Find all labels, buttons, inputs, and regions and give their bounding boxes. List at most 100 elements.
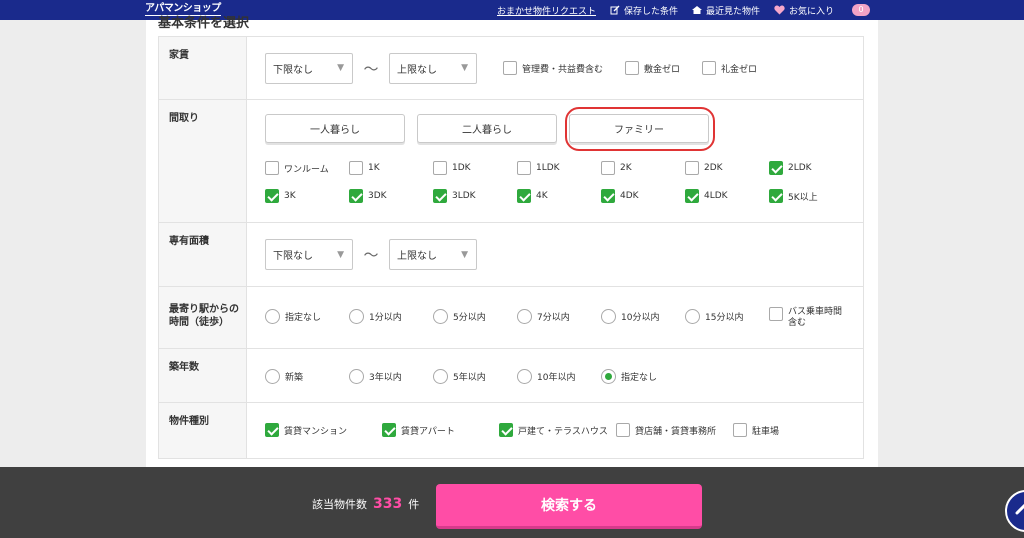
checkbox[interactable] [499, 423, 513, 437]
station-option[interactable]: 10分以内 [601, 309, 659, 324]
layout-option[interactable]: 2K [601, 161, 632, 175]
checkbox[interactable] [685, 161, 699, 175]
rent-min-value: 下限なし [273, 64, 313, 76]
rent-max-select[interactable]: 上限なし ▼ [389, 52, 477, 84]
checkbox[interactable] [625, 61, 640, 75]
checkbox[interactable] [685, 189, 699, 203]
age-option[interactable]: 5年以内 [433, 369, 486, 384]
request-link[interactable]: おまかせ物件リクエスト [497, 4, 596, 17]
bus-time-option[interactable]: バス乗車時間 含む [769, 307, 842, 329]
search-footer-bar: 該当物件数 333 件 検索する [0, 467, 1024, 538]
recent-viewed-link[interactable]: 最近見た物件 [692, 4, 760, 17]
conditions-table: 家賃 下限なし ▼ 〜 上限なし ▼ 管理費・共益費含む 敷金ゼロ 礼金ゼロ 間… [158, 36, 864, 459]
search-button[interactable]: 検索する [436, 484, 702, 529]
layout-option[interactable]: ワンルーム [265, 161, 329, 175]
layout-option[interactable]: 4K [517, 189, 548, 203]
radio-button[interactable] [433, 369, 448, 384]
checkbox[interactable] [769, 161, 783, 175]
area-label: 専有面積 [159, 223, 247, 286]
saved-conditions-link[interactable]: 保存した条件 [610, 4, 678, 17]
property-type-option[interactable]: 駐車場 [733, 423, 779, 437]
checkbox[interactable] [503, 61, 517, 75]
area-min-select[interactable]: 下限なし ▼ [265, 239, 353, 270]
rent-option-deposit-zero[interactable]: 敷金ゼロ [625, 61, 680, 75]
option-label: 指定なし [621, 373, 658, 383]
radio-button[interactable] [265, 309, 280, 324]
result-count: 該当物件数 333 件 [312, 496, 419, 512]
checkbox[interactable] [517, 161, 531, 175]
radio-button[interactable] [517, 369, 532, 384]
age-option[interactable]: 10年以内 [517, 369, 575, 384]
layout-option[interactable]: 1DK [433, 161, 471, 175]
layout-option[interactable]: 3LDK [433, 189, 476, 203]
checkbox[interactable] [382, 423, 396, 437]
option-label: 1DK [452, 163, 471, 173]
checkbox[interactable] [265, 161, 279, 175]
option-label: 3年以内 [369, 373, 402, 383]
layout-option[interactable]: 1LDK [517, 161, 560, 175]
checkbox[interactable] [601, 161, 615, 175]
layout-option[interactable]: 3K [265, 189, 296, 203]
radio-button[interactable] [433, 309, 448, 324]
layout-option[interactable]: 4DK [601, 189, 639, 203]
highlight-circle [565, 107, 715, 151]
rent-min-select[interactable]: 下限なし ▼ [265, 52, 353, 84]
property-type-option[interactable]: 賃貸アパート [382, 423, 455, 437]
option-label: 指定なし [285, 313, 322, 323]
checkbox[interactable] [349, 161, 363, 175]
station-option[interactable]: 7分以内 [517, 309, 570, 324]
rent-option-key-money-zero[interactable]: 礼金ゼロ [702, 61, 757, 75]
building-age-body: 新築 3年以内 5年以内 10年以内 指定なし [247, 349, 863, 402]
rent-label: 家賃 [159, 37, 247, 99]
option-label: 5K以上 [788, 192, 818, 203]
option-label: 10年以内 [537, 373, 576, 383]
layout-option[interactable]: 2DK [685, 161, 723, 175]
checkbox[interactable] [349, 189, 363, 203]
checkbox[interactable] [702, 61, 717, 75]
property-type-option[interactable]: 戸建て・テラスハウス [499, 423, 608, 437]
checkbox[interactable] [616, 423, 630, 437]
station-option[interactable]: 1分以内 [349, 309, 402, 324]
layout-option[interactable]: 4LDK [685, 189, 728, 203]
layout-option[interactable]: 1K [349, 161, 380, 175]
radio-button[interactable] [601, 309, 616, 324]
radio-button[interactable] [349, 309, 364, 324]
checkbox[interactable] [769, 189, 783, 203]
building-age-options: 新築 3年以内 5年以内 10年以内 指定なし [265, 369, 795, 389]
checkbox[interactable] [769, 307, 783, 321]
checkbox[interactable] [517, 189, 531, 203]
station-option[interactable]: 15分以内 [685, 309, 743, 324]
pencil-icon [610, 5, 620, 15]
property-type-option[interactable]: 貸店舗・賃貸事務所 [616, 423, 716, 437]
area-max-select[interactable]: 上限なし ▼ [389, 239, 477, 270]
radio-button[interactable] [265, 369, 280, 384]
property-type-option[interactable]: 賃貸マンション [265, 423, 347, 437]
checkbox[interactable] [433, 189, 447, 203]
checkbox[interactable] [733, 423, 747, 437]
checkbox[interactable] [601, 189, 615, 203]
age-option[interactable]: 新築 [265, 369, 303, 384]
favorites-count-badge: 0 [852, 4, 871, 16]
favorites-link[interactable]: お気に入り 0 [774, 4, 871, 17]
layout-option[interactable]: 2LDK [769, 161, 812, 175]
age-option[interactable]: 3年以内 [349, 369, 402, 384]
radio-button[interactable] [517, 309, 532, 324]
radio-button[interactable] [601, 369, 616, 384]
bus-time-label-line1: バス乗車時間 [788, 307, 843, 317]
radio-button[interactable] [349, 369, 364, 384]
preset-single-button[interactable]: 一人暮らし [265, 114, 405, 143]
age-option[interactable]: 指定なし [601, 369, 657, 384]
radio-button[interactable] [685, 309, 700, 324]
option-label: 1分以内 [369, 313, 402, 323]
rent-option-management-fee[interactable]: 管理費・共益費含む [503, 61, 603, 75]
checkbox[interactable] [433, 161, 447, 175]
checkbox[interactable] [265, 423, 279, 437]
checkbox[interactable] [265, 189, 279, 203]
option-label: 賃貸マンション [284, 426, 348, 437]
request-link-label: おまかせ物件リクエスト [497, 6, 597, 17]
layout-option[interactable]: 5K以上 [769, 189, 818, 203]
layout-option[interactable]: 3DK [349, 189, 387, 203]
station-option[interactable]: 5分以内 [433, 309, 486, 324]
preset-couple-button[interactable]: 二人暮らし [417, 114, 557, 143]
station-option[interactable]: 指定なし [265, 309, 321, 324]
